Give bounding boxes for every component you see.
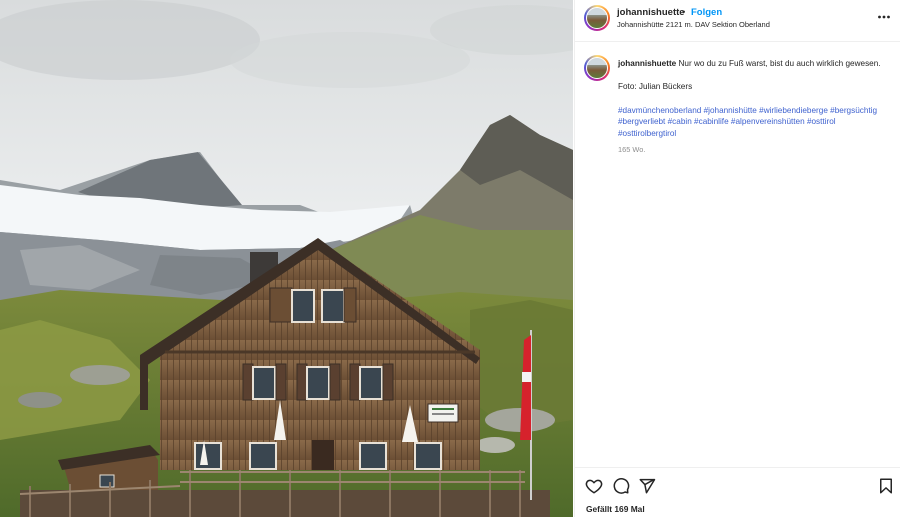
post-header: johannishuette • Folgen Johannishütte 21…	[575, 0, 900, 42]
caption: johannishuette Nur wo du zu Fuß warst, b…	[618, 58, 890, 156]
separator-dot: •	[682, 7, 686, 18]
hashtag-link[interactable]: #johannishütte	[704, 106, 757, 115]
post-age[interactable]: 165 Wo.	[618, 144, 890, 156]
comment-icon[interactable]	[612, 477, 630, 495]
caption-area: johannishuette Nur wo du zu Fuß warst, b…	[575, 43, 900, 466]
hashtag-link[interactable]: #cabinlife	[694, 117, 729, 126]
more-options-icon[interactable]	[877, 10, 891, 24]
share-icon[interactable]	[638, 477, 656, 495]
avatar[interactable]	[584, 5, 610, 31]
caption-avatar[interactable]	[584, 55, 610, 81]
post-photo[interactable]	[0, 0, 573, 517]
username-link[interactable]: johannishuette	[617, 7, 685, 18]
hashtag-link[interactable]: #osttirolbergtirol	[618, 129, 676, 138]
follow-button[interactable]: Folgen	[691, 7, 722, 18]
hashtag-link[interactable]: #osttirol	[807, 117, 836, 126]
location-link[interactable]: Johannishütte 2121 m. DAV Sektion Oberla…	[617, 20, 770, 29]
action-bar: Gefällt 169 Mal	[575, 467, 900, 517]
heart-icon[interactable]	[585, 477, 603, 495]
hashtag-link[interactable]: #wirliebendieberge	[759, 106, 828, 115]
hashtag-link[interactable]: #bergverliebt	[618, 117, 665, 126]
caption-username[interactable]: johannishuette	[618, 59, 676, 68]
caption-text: Nur wo du zu Fuß warst, bist du auch wir…	[678, 59, 881, 68]
post-details-panel: johannishuette • Folgen Johannishütte 21…	[574, 0, 900, 517]
like-count[interactable]: Gefällt 169 Mal	[586, 504, 645, 514]
hashtag-link[interactable]: #alpenvereinshütten	[731, 117, 805, 126]
mountain-hut-image	[0, 0, 573, 517]
hashtag-link[interactable]: #bergsüchtig	[830, 106, 877, 115]
hashtag-link[interactable]: #davmünchenoberland	[618, 106, 701, 115]
hashtag-list: #davmünchenoberland #johannishütte #wirl…	[618, 105, 890, 140]
hashtag-link[interactable]: #cabin	[668, 117, 692, 126]
photo-credit: Foto: Julian Bückers	[618, 82, 693, 92]
bookmark-icon[interactable]	[877, 477, 895, 495]
